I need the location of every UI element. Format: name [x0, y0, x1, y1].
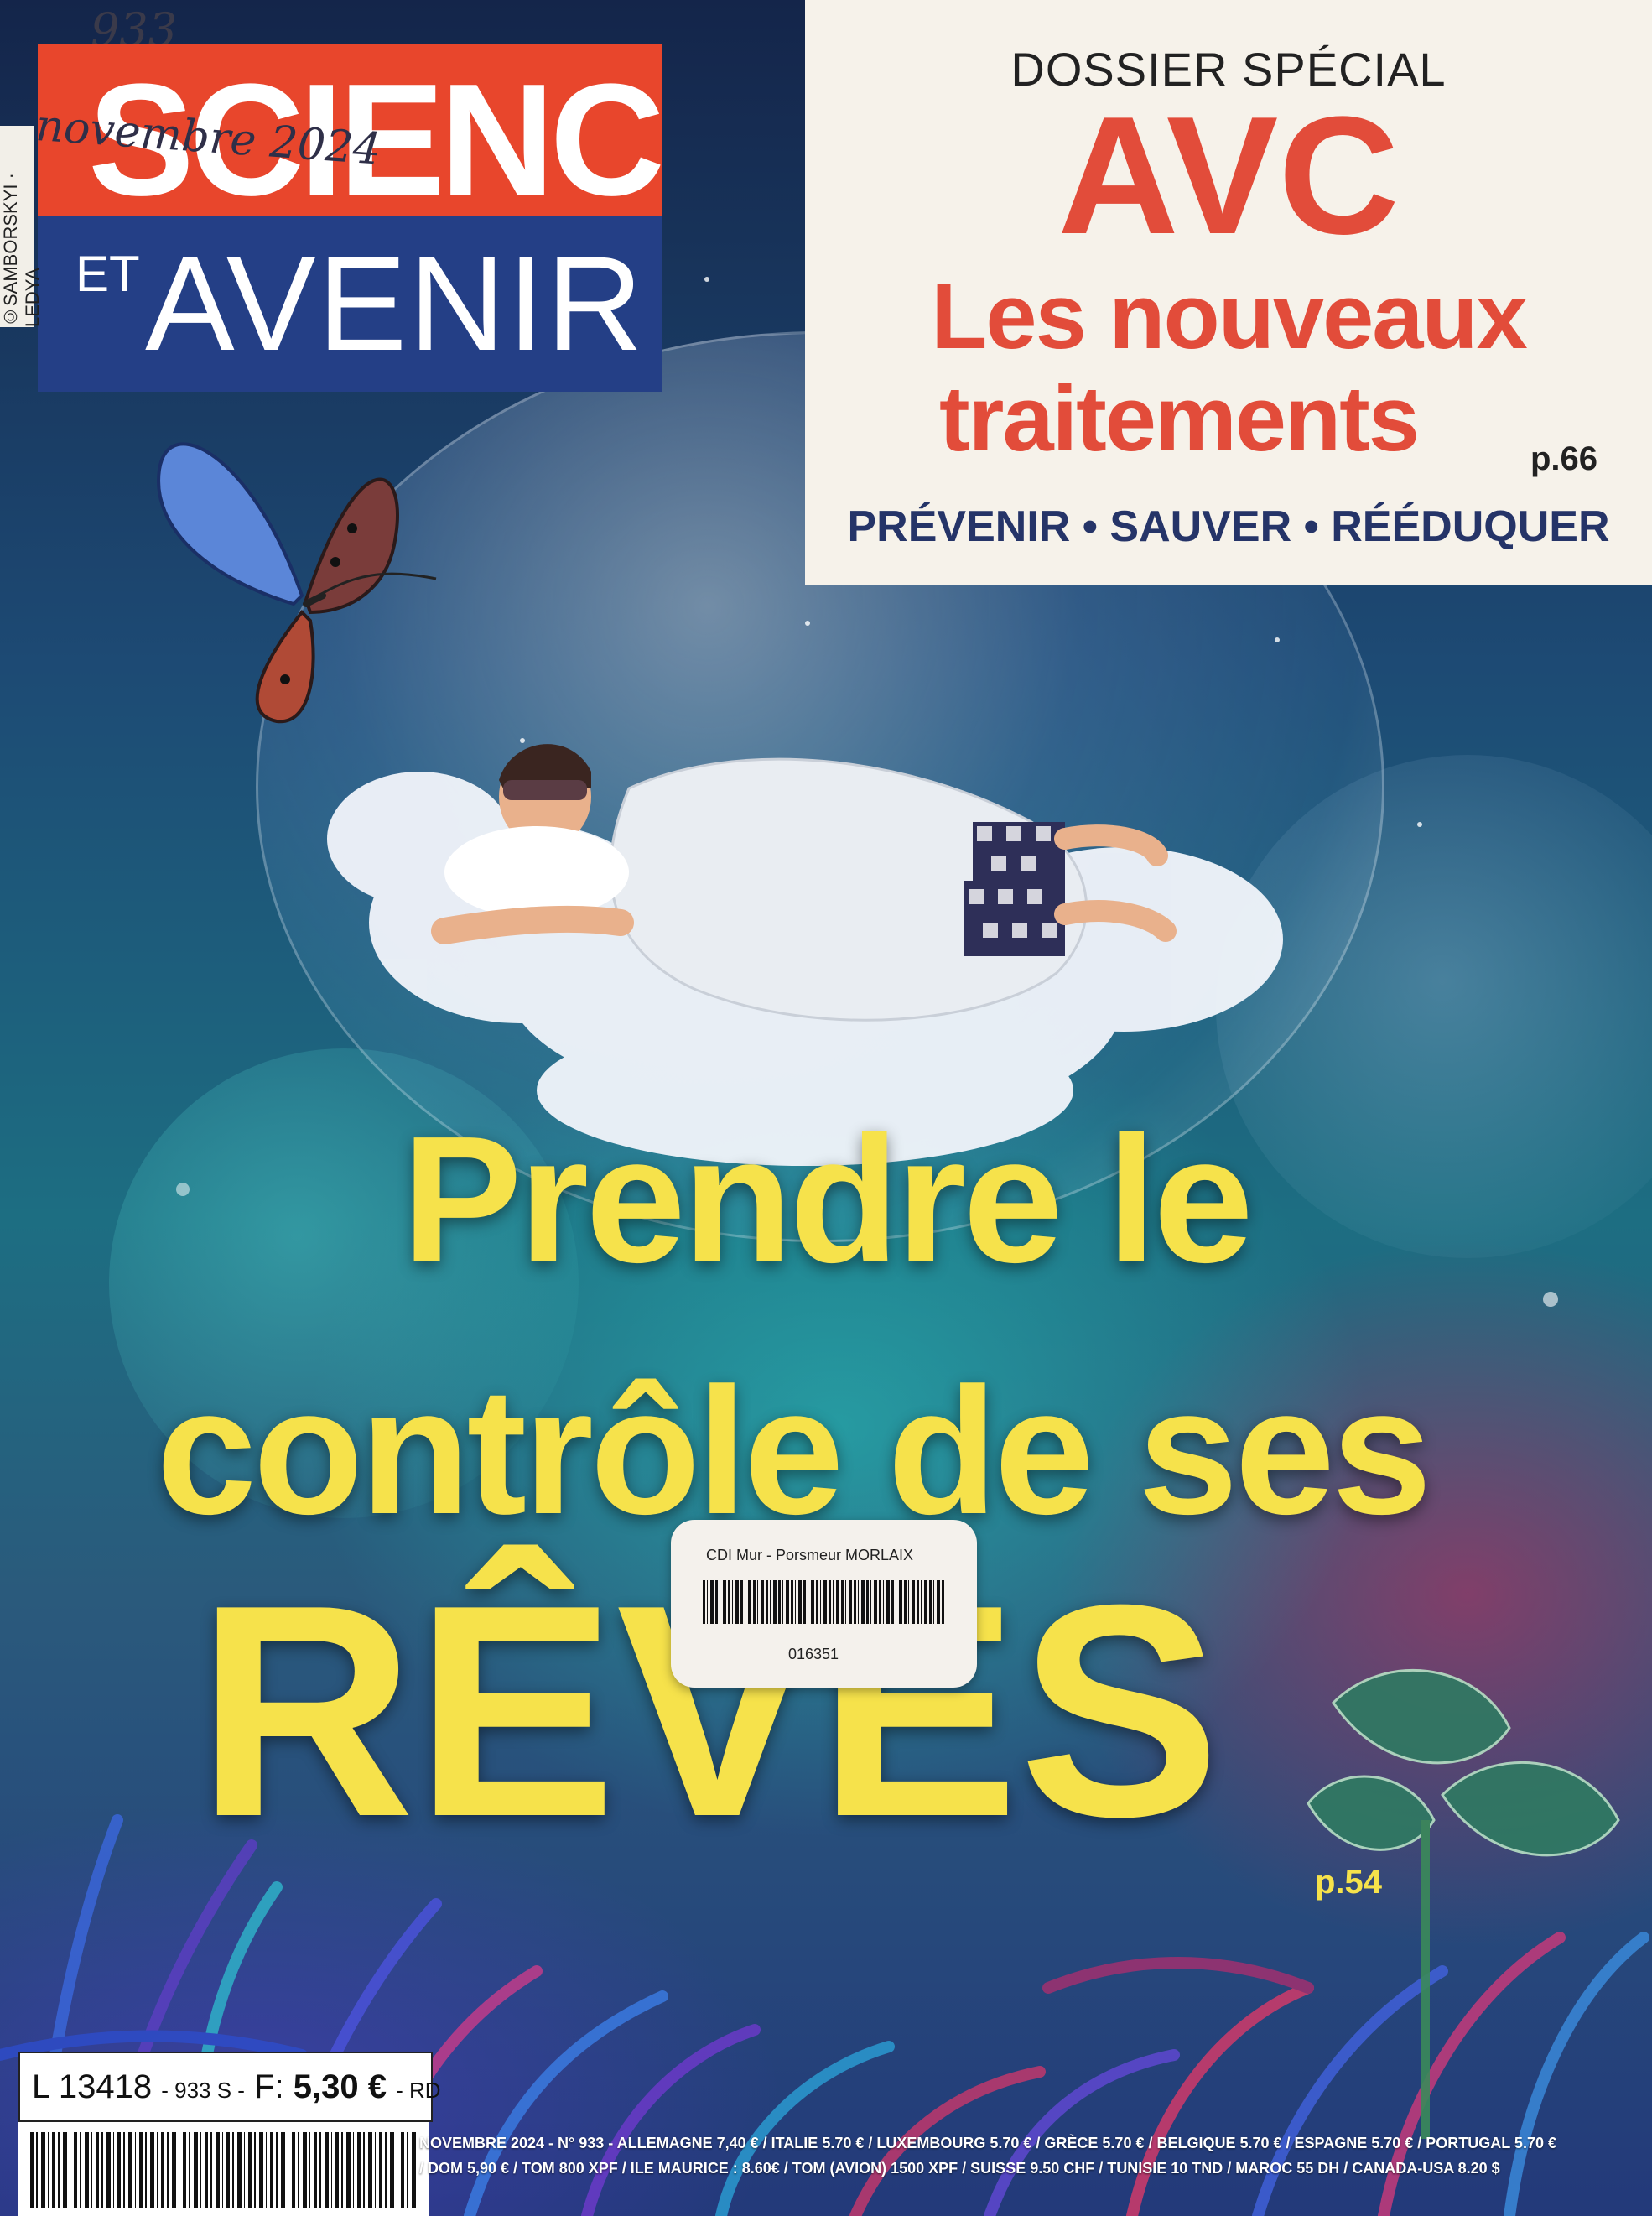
dossier-actions: PRÉVENIR • SAUVER • RÉÉDUQUER — [847, 502, 1610, 551]
library-name: CDI Mur - Porsmeur MORLAIX — [706, 1547, 914, 1563]
dossier-headline-line2: traitements — [939, 367, 1420, 471]
photo-credit: ©SAMBORSKYI · LEDYA — [0, 126, 43, 327]
dossier-page-ref: p.66 — [1530, 440, 1598, 477]
library-sticker: CDI Mur - Porsmeur MORLAIX 016351 — [671, 1520, 977, 1688]
ean-barcode-bars — [30, 2132, 418, 2208]
price-box: L 13418 - 933 S - F: 5,30 € - RD — [18, 2052, 441, 2122]
price-value: 5,30 € — [293, 2068, 387, 2105]
star — [704, 277, 709, 282]
masthead-et: ET — [75, 246, 140, 302]
library-code: 016351 — [788, 1646, 839, 1662]
price-code: L 13418 — [32, 2068, 153, 2105]
sticker-barcode — [703, 1580, 946, 1624]
headline-page-ref: p.54 — [1315, 1864, 1383, 1901]
star — [1417, 822, 1422, 827]
price-suffix: - RD — [396, 2078, 441, 2103]
masthead-avenir-band: ET AVENIR — [38, 216, 662, 392]
price-issue: - 933 S - — [161, 2078, 245, 2103]
price-label: F: — [254, 2068, 284, 2105]
butterfly-illustration — [157, 442, 437, 724]
star — [1275, 637, 1280, 642]
international-prices: NOVEMBRE 2024 - N° 933 - ALLEMAGNE 7,40 … — [419, 2130, 1644, 2181]
library-sticker-inner: CDI Mur - Porsmeur MORLAIX 016351 — [671, 1520, 977, 1688]
headline-line1: Prendre le — [402, 1098, 1254, 1300]
international-prices-line2: / DOM 5,90 € / TOM 800 XPF / ILE MAURICE… — [419, 2160, 1500, 2177]
ean-barcode — [18, 2122, 429, 2216]
masthead-avenir: AVENIR — [145, 228, 645, 378]
dossier-headline-line1: Les nouveaux — [931, 265, 1528, 368]
dossier-box: DOSSIER SPÉCIAL AVC Les nouveaux traitem… — [805, 0, 1652, 585]
international-prices-line1: NOVEMBRE 2024 - N° 933 - ALLEMAGNE 7,40 … — [419, 2135, 1556, 2151]
dossier-topic: AVC — [1057, 82, 1400, 269]
star — [805, 621, 810, 626]
magazine-cover: 933 SCIENCES ET AVENIR ©SAMBORSKYI · LED… — [0, 0, 1652, 2216]
price-text: L 13418 - 933 S - F: 5,30 € - RD — [32, 2068, 441, 2109]
